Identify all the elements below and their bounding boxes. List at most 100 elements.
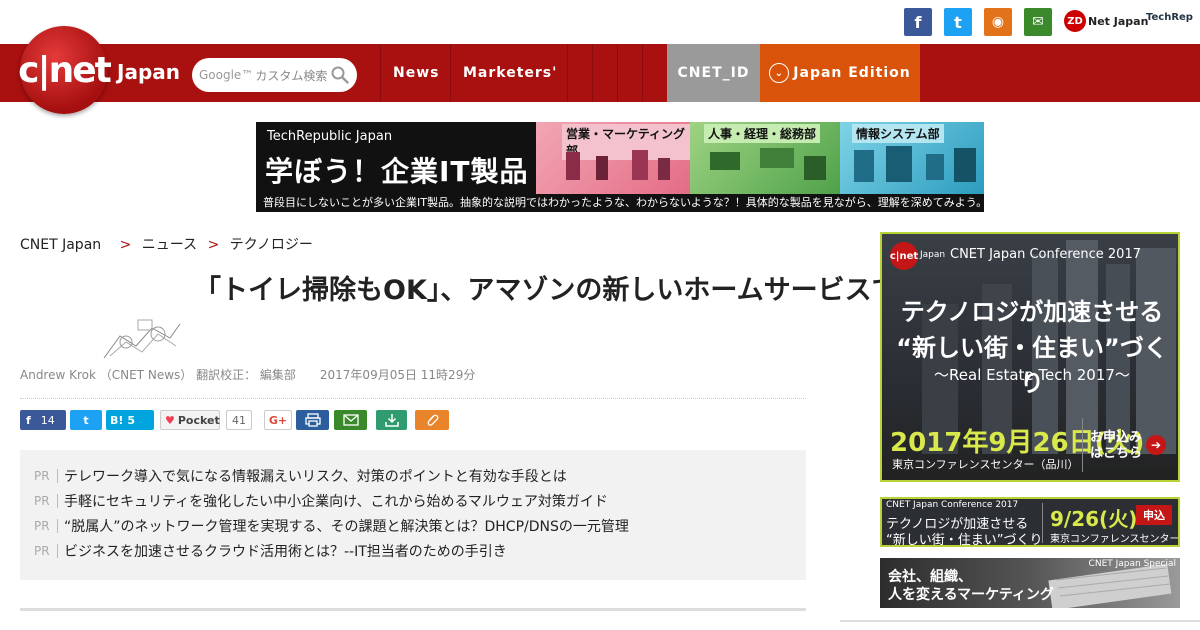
breadcrumb: CNET Japan > ニュース > テクノロジー [20, 234, 313, 254]
marketing-special-ad[interactable]: CNET Japan Special 会社、組織、 人を変えるマーケティング [880, 558, 1180, 608]
ad-divider [1082, 418, 1083, 472]
pocket-label: Pocket [177, 413, 220, 427]
mail-icon[interactable]: ✉ [1024, 8, 1052, 36]
twitter-share-button[interactable]: t [70, 410, 102, 430]
search-icon[interactable] [331, 66, 349, 84]
pr-link-text[interactable]: “脱属人”のネットワーク管理を実現する、その課題と解決策とは？DHCP/DNSの… [64, 516, 629, 536]
hatena-count: 5 [127, 413, 136, 427]
pr-tag: PR [34, 544, 58, 558]
arrow-right-icon[interactable]: ➔ [1146, 435, 1166, 455]
edition-label: Japan Edition [793, 65, 911, 81]
ad-divider [1042, 503, 1043, 543]
pr-link-text[interactable]: テレワーク導入で気になる情報漏えいリスク、対策のポイントと有効な手段とは [64, 466, 567, 486]
ad-venue: 東京コンファレンスセンター（品川） [892, 458, 1079, 471]
clip-button[interactable] [415, 410, 449, 430]
ad2-conference-name: CNET Japan Conference 2017 [886, 500, 1019, 510]
ad-subtitle: 〜Real Estate Tech 2017〜 [934, 366, 1130, 384]
chevron-down-icon: ⌄ [769, 63, 790, 83]
hatena-bookmark-button[interactable]: B! 5 [106, 410, 154, 430]
ad2-apply-button[interactable]: 申込 [1136, 505, 1172, 525]
facebook-icon[interactable]: f [904, 8, 932, 36]
divider [20, 608, 806, 611]
zdnet-label: Net Japan [1088, 14, 1149, 28]
cnet-logo: c|net [890, 242, 918, 270]
banner-headline: 学ぼう！企業IT製品 [265, 155, 529, 188]
pr-link-text[interactable]: 手軽にセキュリティを強化したい中小企業向け、これから始めるマルウェア対策ガイド [64, 491, 608, 511]
breadcrumb-level2[interactable]: テクノロジー [230, 237, 313, 253]
ad-headline-line1: テクノロジが加速させる [900, 298, 1164, 326]
main-nav [0, 44, 1200, 102]
google-plus-button[interactable]: G+ [264, 410, 292, 430]
save-button[interactable] [376, 410, 407, 430]
article-thumbnail [103, 319, 181, 359]
article-byline: Andrew Krok （CNET News） 翻訳校正： 編集部 2017年0… [20, 368, 476, 382]
pr-link[interactable]: PR “脱属人”のネットワーク管理を実現する、その課題と解決策とは？DHCP/D… [34, 516, 629, 536]
nav-divider [380, 44, 381, 102]
ad2-date: 9/26(火) [1050, 507, 1138, 531]
cnet-logo[interactable]: c|net [18, 26, 112, 114]
mail-share-button[interactable] [334, 410, 367, 430]
nav-divider [592, 44, 593, 102]
breadcrumb-separator: > [119, 237, 132, 253]
search-box[interactable]: Google™ カスタム検索 [192, 58, 357, 92]
search-input[interactable]: カスタム検索 [255, 67, 327, 84]
pr-link[interactable]: PR 手軽にセキュリティを強化したい中小企業向け、これから始めるマルウェア対策ガ… [34, 491, 608, 511]
conference-ad[interactable]: c|net Japan CNET Japan Conference 2017 テ… [880, 232, 1180, 482]
facebook-share-button[interactable]: f 14 [20, 410, 66, 430]
nav-divider [450, 44, 451, 102]
ad3-line1: 会社、組織、 [888, 569, 972, 585]
pr-link-text[interactable]: ビジネスを加速させるクラウド活用術とは？--IT担当者のための手引き [64, 541, 507, 561]
divider [840, 620, 1200, 622]
banner-segment: 営業・マーケティング部 [536, 122, 690, 194]
banner-segment: 人事・経理・総務部 [690, 122, 840, 194]
ad2-venue: 東京コンファレンスセンター [1050, 534, 1180, 545]
pr-link[interactable]: PR ビジネスを加速させるクラウド活用術とは？--IT担当者のための手引き [34, 541, 507, 561]
twitter-icon: t [83, 413, 89, 427]
zdnet-logo-icon: ZD [1064, 10, 1086, 32]
ad-conference-name: CNET Japan Conference 2017 [950, 247, 1141, 262]
pr-link[interactable]: PR テレワーク導入で気になる情報漏えいリスク、対策のポイントと有効な手段とは [34, 466, 567, 486]
google-label: Google™ [199, 68, 254, 82]
ad3-tag: CNET Japan Special [1088, 559, 1176, 569]
ad3-line2: 人を変えるマーケティング [888, 587, 1054, 603]
twitter-icon[interactable]: t [944, 8, 972, 36]
ad-apply-link[interactable]: お申込み はこちら [1090, 430, 1142, 462]
mail-icon [342, 414, 359, 426]
logo-japan-label: Japan [117, 60, 180, 84]
cnet-id-button[interactable]: CNET_ID [667, 44, 760, 102]
techrepublic-link[interactable]: TechRep [1146, 12, 1193, 23]
facebook-icon: f [26, 413, 31, 427]
facebook-share-count: 14 [40, 413, 55, 427]
pr-tag: PR [34, 469, 58, 483]
zdnet-link[interactable]: ZD Net Japan [1064, 10, 1148, 32]
nav-divider [642, 44, 643, 102]
rss-icon[interactable]: ◉ [984, 8, 1012, 36]
pr-tag: PR [34, 519, 58, 533]
paperclip-icon [427, 414, 439, 426]
breadcrumb-home[interactable]: CNET Japan [20, 237, 101, 253]
print-icon [304, 413, 321, 427]
pr-tag: PR [34, 494, 58, 508]
ad-apply-line1: お申込み [1090, 430, 1143, 445]
pocket-icon: ♥ [165, 413, 175, 427]
nav-item-marketers[interactable]: Marketers' [463, 44, 557, 102]
download-icon [384, 414, 399, 427]
banner-ad[interactable]: TechRepublic Japan 学ぼう！企業IT製品 営業・マーケティング… [256, 122, 984, 212]
ad-logo-japan: Japan [920, 250, 946, 260]
nav-divider [567, 44, 568, 102]
edition-button[interactable]: ⌄ Japan Edition [760, 44, 920, 102]
breadcrumb-separator: > [207, 237, 220, 253]
google-plus-icon: G+ [268, 413, 288, 427]
conference-ad-small[interactable]: CNET Japan Conference 2017 テクノロジが加速させる “… [880, 497, 1180, 547]
breadcrumb-level1[interactable]: ニュース [142, 237, 197, 253]
banner-segment: 情報システム部 [840, 122, 984, 194]
pr-links-box: PR テレワーク導入で気になる情報漏えいリスク、対策のポイントと有効な手段とは … [20, 450, 806, 580]
banner-tagline: 普段目にしないことが多い企業IT製品。抽象的な説明ではわかったような、わからない… [256, 194, 984, 212]
hatena-icon: B! [110, 413, 124, 427]
nav-item-news[interactable]: News [393, 44, 439, 102]
ad-headline-line2: “新しい街・住まい”づくり [896, 334, 1168, 397]
pocket-count: 41 [226, 410, 252, 430]
pocket-button[interactable]: ♥ Pocket [160, 410, 220, 430]
banner-brand: TechRepublic Japan [267, 129, 393, 144]
print-button[interactable] [296, 410, 329, 430]
